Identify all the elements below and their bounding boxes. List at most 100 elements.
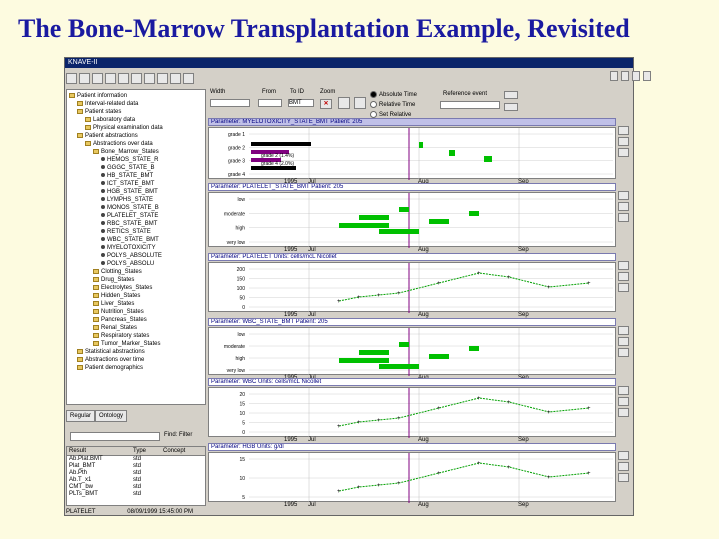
tree-leaf[interactable]: GGGC_STATE_B <box>101 164 154 172</box>
expand-icon[interactable] <box>618 213 629 222</box>
tree-leaf[interactable]: WBC_STATE_BMT <box>101 236 159 244</box>
close-icon[interactable] <box>618 337 629 346</box>
ref-button-1[interactable] <box>504 91 518 99</box>
tree-folder[interactable]: Abstractions over data <box>85 140 153 148</box>
folder-icon[interactable] <box>632 71 640 81</box>
tree-folder[interactable]: Patient abstractions <box>77 132 138 140</box>
table-row[interactable]: Ab.T_x1 std <box>67 477 205 484</box>
tree-leaf[interactable]: MONOS_STATE_B <box>101 204 159 212</box>
tree-leaf[interactable]: POLYS_ABSOLUTE <box>101 252 162 260</box>
filter-label[interactable]: Find: Filter <box>164 432 192 438</box>
tree-folder[interactable]: Renal_States <box>93 324 137 332</box>
panel-plot[interactable]: 200 150 100 50 0 + + + + + + + + + <box>208 262 616 313</box>
table-row[interactable]: Ab.Pth std <box>67 470 205 477</box>
help-question-icon[interactable] <box>621 71 629 81</box>
info-icon[interactable] <box>643 71 651 81</box>
expand-icon[interactable] <box>618 348 629 357</box>
lock-icon[interactable] <box>610 71 618 81</box>
tree-leaf[interactable]: RETICS_STATE <box>101 228 151 236</box>
table-row[interactable]: Plat_BMT std <box>67 463 205 470</box>
tree-leaf[interactable]: MYELOTOXICITY <box>101 244 156 252</box>
tree-leaf[interactable]: HEMOS_STATE_R <box>101 156 158 164</box>
results-header-type[interactable]: Type <box>133 447 163 455</box>
close-icon[interactable] <box>618 397 629 406</box>
open-icon[interactable] <box>66 72 77 84</box>
tree-folder[interactable]: Clotting_States <box>93 268 142 276</box>
tree-folder[interactable]: Patient demographics <box>77 364 143 372</box>
table-icon[interactable] <box>157 72 168 84</box>
table-row[interactable]: Ab.Plat.BMT std <box>67 456 205 463</box>
close-icon[interactable] <box>618 202 629 211</box>
radio-relative[interactable]: Relative Time <box>370 101 415 108</box>
tree-folder[interactable]: Hidden_States <box>93 292 140 300</box>
settings-icon[interactable] <box>170 72 181 84</box>
tree-folder[interactable]: Abstractions over time <box>77 356 144 364</box>
expand-icon[interactable] <box>618 283 629 292</box>
paste-icon[interactable] <box>131 72 142 84</box>
results-header-result[interactable]: Result <box>67 447 133 455</box>
tab-regular[interactable]: Regular <box>66 410 96 422</box>
tab-ontology[interactable]: Ontology <box>95 410 128 422</box>
print-icon[interactable] <box>92 72 103 84</box>
panel-header[interactable]: Parameter: WBC Units: cells/mcL Nicollet <box>208 378 616 386</box>
tree-folder[interactable]: Respiratory states <box>93 332 149 340</box>
tree-folder[interactable]: Physical examination data <box>85 124 163 132</box>
tree-leaf[interactable]: PLATELET_STATE <box>101 212 158 220</box>
tree-folder[interactable]: Nutrition_States <box>93 308 144 316</box>
tree-folder[interactable]: Pancreas_States <box>93 316 147 324</box>
help-icon[interactable] <box>183 72 194 84</box>
panel-header[interactable]: Parameter: WBC_STATE_BMT Patient: 205 <box>208 318 616 326</box>
tree-folder[interactable]: Statistical abstractions <box>77 348 145 356</box>
chart-icon[interactable] <box>144 72 155 84</box>
panel-plot[interactable]: 20 15 10 5 0 + + + + + + + + + <box>208 387 616 438</box>
from-field[interactable] <box>258 99 282 107</box>
pin-icon[interactable] <box>618 386 629 395</box>
results-header-concept[interactable]: Concept <box>163 447 203 455</box>
panel-plot[interactable]: 15 10 5 + + + + + + + + + <box>208 452 616 503</box>
pin-icon[interactable] <box>618 451 629 460</box>
tree-leaf[interactable]: HGB_STATE_BMT <box>101 188 158 196</box>
pin-icon[interactable] <box>618 191 629 200</box>
close-icon[interactable] <box>618 137 629 146</box>
pin-icon[interactable] <box>618 261 629 270</box>
tree-leaf[interactable]: HB_STATE_BMT <box>101 172 153 180</box>
tree-folder[interactable]: Laboratory data <box>85 116 135 124</box>
tree-folder[interactable]: Tumor_Marker_States <box>93 340 160 348</box>
pin-icon[interactable] <box>618 126 629 135</box>
table-row[interactable]: CMT_bw std <box>67 484 205 491</box>
tree-leaf[interactable]: ICT_STATE_BMT <box>101 180 154 188</box>
tree-folder[interactable]: Electrolytes_States <box>93 284 152 292</box>
panel-header[interactable]: Parameter: PLATELET Units: cells/mcL Nic… <box>208 253 616 261</box>
expand-icon[interactable] <box>618 408 629 417</box>
copy-icon[interactable] <box>118 72 129 84</box>
tree-folder[interactable]: Patient states <box>77 108 121 116</box>
close-icon[interactable] <box>618 272 629 281</box>
expand-icon[interactable] <box>618 148 629 157</box>
table-row[interactable]: PLTs_BMT std <box>67 491 205 498</box>
tree-leaf[interactable]: POLYS_ABSOLU <box>101 260 154 268</box>
panel-plot[interactable]: low moderate high very low <box>208 327 616 376</box>
zoom-button[interactable]: ✕ <box>320 99 332 109</box>
close-icon[interactable] <box>618 462 629 471</box>
tree-leaf[interactable]: LYMPHS_STATE <box>101 196 153 204</box>
cut-icon[interactable] <box>105 72 116 84</box>
save-icon[interactable] <box>79 72 90 84</box>
tree-folder[interactable]: Patient information <box>69 92 127 100</box>
panel-plot[interactable]: low moderate high very low <box>208 192 616 248</box>
expand-icon[interactable] <box>618 473 629 482</box>
reset-icon[interactable] <box>338 97 350 109</box>
width-slider[interactable] <box>210 99 250 107</box>
ref-button-2[interactable] <box>504 103 518 111</box>
refresh-icon[interactable] <box>354 97 366 109</box>
tree-folder[interactable]: Drug_States <box>93 276 134 284</box>
radio-absolute[interactable]: Absolute Time <box>370 91 417 98</box>
tree-folder[interactable]: Interval-related data <box>77 100 138 108</box>
search-input[interactable] <box>70 432 160 441</box>
panel-header[interactable]: Parameter: PLATELET_STATE_BMT Patient: 2… <box>208 183 616 191</box>
reference-select[interactable] <box>440 101 500 109</box>
panel-plot[interactable]: grade 1 grade 2 grade 3 grade 4 grade 2 (1.4… <box>208 127 616 180</box>
tree-leaf[interactable]: RBC_STATE_BMT <box>101 220 157 228</box>
panel-header[interactable]: Parameter: HGB Units: g/dl <box>208 443 616 451</box>
tree-folder[interactable]: Bone_Marrow_States <box>93 148 159 156</box>
panel-header[interactable]: Parameter: MYELOTOXICITY_STATE_BMT Patie… <box>208 118 616 126</box>
